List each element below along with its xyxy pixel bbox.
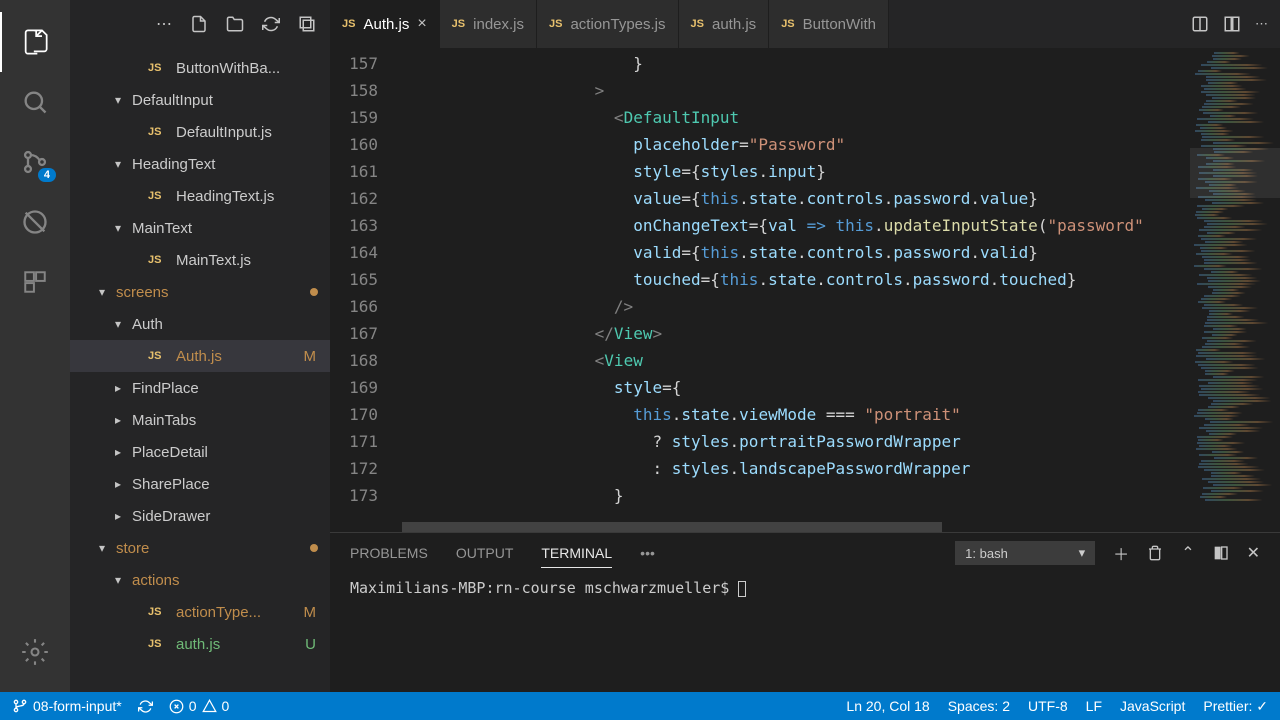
editor-tab[interactable]: JSauth.js <box>679 0 770 48</box>
eol-status[interactable]: LF <box>1086 698 1102 715</box>
panel-up-icon[interactable]: ⌃ <box>1181 543 1194 563</box>
editor-tab[interactable]: JSactionTypes.js <box>537 0 679 48</box>
horizontal-scrollbar[interactable] <box>402 522 1190 532</box>
terminal-tab[interactable]: TERMINAL <box>541 545 612 568</box>
split-editor-icon[interactable] <box>1223 15 1241 33</box>
debug-tab[interactable] <box>0 192 70 252</box>
folder-item[interactable]: ▸SideDrawer <box>70 500 330 532</box>
folder-item[interactable]: ▾DefaultInput <box>70 84 330 116</box>
collapse-icon[interactable] <box>298 15 316 33</box>
more-icon[interactable]: ⋯ <box>1255 16 1268 32</box>
panel-tabs: PROBLEMS OUTPUT TERMINAL ••• 1: bash ▾ ＋… <box>330 533 1280 573</box>
minimap[interactable] <box>1190 48 1280 532</box>
file-item[interactable]: JSMainText.js <box>70 244 330 276</box>
bottom-panel: PROBLEMS OUTPUT TERMINAL ••• 1: bash ▾ ＋… <box>330 532 1280 692</box>
file-item[interactable]: JSDefaultInput.js <box>70 116 330 148</box>
cursor-position-status[interactable]: Ln 20, Col 18 <box>846 698 929 715</box>
folder-item[interactable]: ▾actions <box>70 564 330 596</box>
line-gutter: 1571581591601611621631641651661671681691… <box>330 48 402 532</box>
spaces-status[interactable]: Spaces: 2 <box>948 698 1010 715</box>
code-content[interactable]: } > <DefaultInput placeholder="Password"… <box>402 48 1190 532</box>
folder-item[interactable]: ▾screens <box>70 276 330 308</box>
encoding-status[interactable]: UTF-8 <box>1028 698 1068 715</box>
scm-badge: 4 <box>38 168 56 182</box>
code-area[interactable]: 1571581591601611621631641651661671681691… <box>330 48 1280 532</box>
file-item[interactable]: JSAuth.jsM <box>70 340 330 372</box>
folder-item[interactable]: ▾Auth <box>70 308 330 340</box>
terminal-prompt: Maximilians-MBP:rn-course mschwarzmuelle… <box>350 579 738 597</box>
folder-item[interactable]: ▸MainTabs <box>70 404 330 436</box>
terminal-selector-label: 1: bash <box>965 546 1008 561</box>
dropdown-icon: ▾ <box>1079 545 1086 561</box>
editor-tab[interactable]: JSindex.js <box>440 0 537 48</box>
new-terminal-icon[interactable]: ＋ <box>1113 541 1129 565</box>
explorer-sidebar: ⋯ JSButtonWithBa...▾DefaultInputJSDefaul… <box>70 0 330 692</box>
extensions-tab[interactable] <box>0 252 70 312</box>
folder-item[interactable]: ▸PlaceDetail <box>70 436 330 468</box>
ellipsis-icon[interactable]: ⋯ <box>156 14 172 34</box>
status-bar: 08-form-input* 0 0 Ln 20, Col 18 Spaces:… <box>0 692 1280 720</box>
search-tab[interactable] <box>0 72 70 132</box>
file-item[interactable]: JSauth.jsU <box>70 628 330 660</box>
file-tree: JSButtonWithBa...▾DefaultInputJSDefaultI… <box>70 48 330 660</box>
folder-item[interactable]: ▾HeadingText <box>70 148 330 180</box>
file-item[interactable]: JSactionType...M <box>70 596 330 628</box>
editor-tab[interactable]: JSButtonWith <box>769 0 889 48</box>
problems-tab[interactable]: PROBLEMS <box>350 545 428 561</box>
folder-item[interactable]: ▾store <box>70 532 330 564</box>
new-folder-icon[interactable] <box>226 15 244 33</box>
scrollbar-thumb[interactable] <box>402 522 942 532</box>
output-tab[interactable]: OUTPUT <box>456 545 514 561</box>
file-item[interactable]: JSHeadingText.js <box>70 180 330 212</box>
activity-bar: 4 <box>0 0 70 692</box>
compare-icon[interactable] <box>1191 15 1209 33</box>
editor-tabs: JSAuth.js×JSindex.jsJSactionTypes.jsJSau… <box>330 0 1280 48</box>
language-status[interactable]: JavaScript <box>1120 698 1185 715</box>
panel-more-icon[interactable]: ••• <box>640 545 655 561</box>
file-item[interactable]: JSButtonWithBa... <box>70 52 330 84</box>
panel-close-icon[interactable]: ✕ <box>1247 543 1260 563</box>
sync-status[interactable] <box>138 699 153 714</box>
terminal-cursor <box>738 581 746 597</box>
refresh-icon[interactable] <box>262 15 280 33</box>
explorer-tab[interactable] <box>0 12 70 72</box>
git-branch-status[interactable]: 08-form-input* <box>12 698 122 714</box>
editor-tab[interactable]: JSAuth.js× <box>330 0 440 48</box>
prettier-status[interactable]: Prettier: ✓ <box>1203 698 1268 715</box>
folder-item[interactable]: ▸SharePlace <box>70 468 330 500</box>
folder-item[interactable]: ▾MainText <box>70 212 330 244</box>
editor-area: JSAuth.js×JSindex.jsJSactionTypes.jsJSau… <box>330 0 1280 692</box>
kill-terminal-icon[interactable] <box>1147 545 1163 561</box>
errors-status[interactable]: 0 0 <box>169 698 230 714</box>
new-file-icon[interactable] <box>190 15 208 33</box>
settings-gear-icon[interactable] <box>0 622 70 682</box>
sidebar-toolbar: ⋯ <box>70 0 330 48</box>
scm-tab[interactable]: 4 <box>0 132 70 192</box>
panel-layout-icon[interactable] <box>1213 545 1229 561</box>
minimap-viewport[interactable] <box>1190 148 1280 198</box>
terminal-output[interactable]: Maximilians-MBP:rn-course mschwarzmuelle… <box>330 573 1280 692</box>
folder-item[interactable]: ▸FindPlace <box>70 372 330 404</box>
terminal-selector[interactable]: 1: bash ▾ <box>955 541 1095 565</box>
